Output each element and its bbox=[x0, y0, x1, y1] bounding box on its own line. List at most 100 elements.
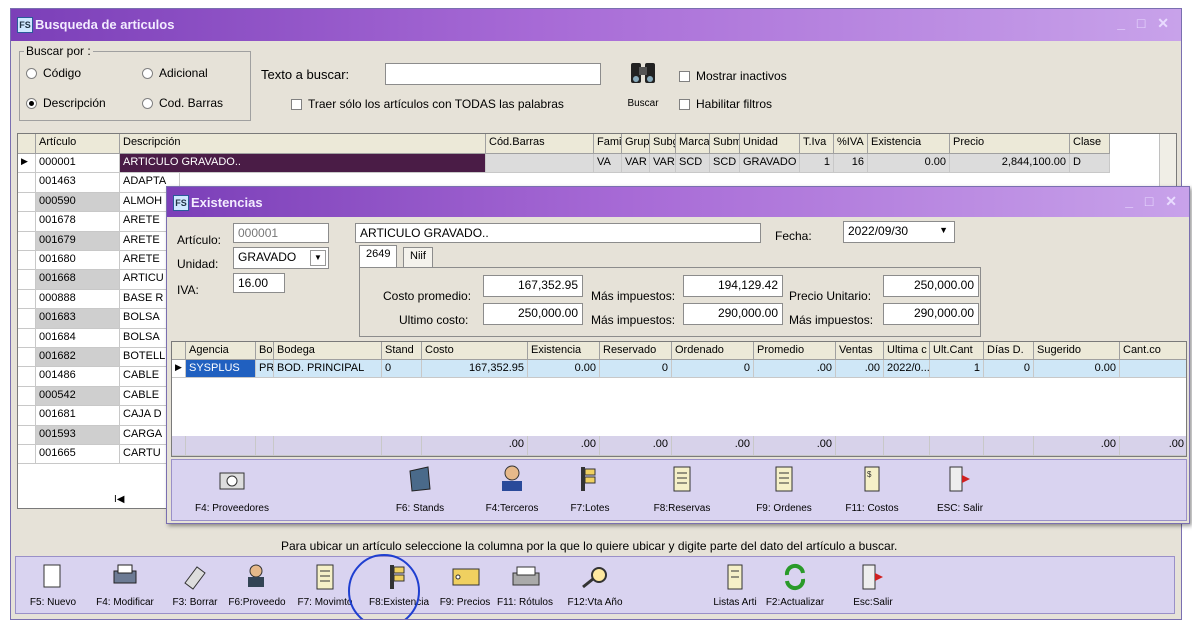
column-header[interactable]: Cód.Barras bbox=[486, 134, 594, 154]
toolbar-button-exit[interactable]: Esc:Salir bbox=[843, 561, 903, 613]
table-cell[interactable]: 001683 bbox=[36, 309, 120, 329]
table-cell[interactable] bbox=[486, 154, 594, 174]
table-cell[interactable]: 167,352.95 bbox=[422, 360, 528, 378]
column-header[interactable]: Stand bbox=[382, 342, 422, 360]
precio-unitario-field[interactable]: 250,000.00 bbox=[883, 275, 979, 297]
column-header[interactable]: Subg bbox=[650, 134, 676, 154]
column-header[interactable]: Grupo bbox=[622, 134, 650, 154]
table-cell[interactable]: 2022/0... bbox=[884, 360, 930, 378]
tab-niif[interactable]: Niif bbox=[403, 247, 433, 267]
table-cell[interactable]: ARTICULO GRAVADO.. bbox=[120, 154, 486, 174]
table-cell[interactable]: 001681 bbox=[36, 406, 120, 426]
mas-impuestos-field-2[interactable]: 290,000.00 bbox=[683, 303, 783, 325]
mas-impuestos-field-3[interactable]: 290,000.00 bbox=[883, 303, 979, 325]
table-cell[interactable]: PR bbox=[256, 360, 274, 378]
nav-first-button[interactable]: I◀ bbox=[114, 494, 124, 505]
radio-button[interactable] bbox=[142, 98, 153, 110]
table-cell[interactable]: 001486 bbox=[36, 367, 120, 387]
table-cell[interactable]: .00 bbox=[754, 360, 836, 378]
sub-toolbar-button-document-list[interactable]: F8:Reservas bbox=[637, 463, 727, 519]
column-header[interactable]: Fami bbox=[594, 134, 622, 154]
table-cell[interactable]: BOD. PRINCIPAL bbox=[274, 360, 382, 378]
radio-cod-barras[interactable]: Cod. Barras bbox=[142, 96, 223, 110]
column-header[interactable]: Subm bbox=[710, 134, 740, 154]
column-header[interactable]: Bode bbox=[256, 342, 274, 360]
column-header[interactable]: Ultima c bbox=[884, 342, 930, 360]
table-cell[interactable]: 001463 bbox=[36, 173, 120, 193]
table-cell[interactable]: SYSPLUS bbox=[186, 360, 256, 378]
sub-window-controls[interactable]: _ □ ✕ bbox=[1125, 193, 1181, 210]
checkbox-box[interactable] bbox=[679, 99, 690, 111]
table-cell[interactable] bbox=[1120, 360, 1186, 378]
table-cell[interactable]: SCD bbox=[710, 154, 740, 174]
column-header[interactable]: Existencia bbox=[528, 342, 600, 360]
fecha-field[interactable]: 2022/09/30 ▼ bbox=[843, 221, 955, 243]
column-header[interactable]: Días D. bbox=[984, 342, 1034, 360]
mas-impuestos-field-1[interactable]: 194,129.42 bbox=[683, 275, 783, 297]
existencias-grid[interactable]: AgenciaBodeBodegaStandCostoExistenciaRes… bbox=[171, 341, 1187, 457]
table-cell[interactable]: GRAVADO bbox=[740, 154, 800, 174]
search-input[interactable] bbox=[385, 63, 601, 85]
column-header[interactable]: Ordenado bbox=[672, 342, 754, 360]
table-cell[interactable]: 0 bbox=[672, 360, 754, 378]
radio-adicional[interactable]: Adicional bbox=[142, 66, 208, 80]
column-header[interactable]: Cant.co bbox=[1120, 342, 1186, 360]
table-cell[interactable]: 0.00 bbox=[868, 154, 950, 174]
table-cell[interactable]: 001684 bbox=[36, 328, 120, 348]
table-cell[interactable]: 0.00 bbox=[528, 360, 600, 378]
table-cell[interactable]: 001679 bbox=[36, 231, 120, 251]
radio-codigo[interactable]: Código bbox=[26, 66, 81, 80]
toolbar-button-person-search[interactable]: F6:Proveedo bbox=[227, 561, 287, 613]
unidad-select[interactable]: GRAVADO ▼ bbox=[233, 247, 329, 269]
table-cell[interactable]: VA bbox=[594, 154, 622, 174]
toolbar-button-new-doc[interactable]: F5: Nuevo bbox=[23, 561, 83, 613]
sub-toolbar-button-camera[interactable]: F4: Proveedores bbox=[187, 463, 277, 519]
articulo-desc-field[interactable]: ARTICULO GRAVADO.. bbox=[355, 223, 761, 243]
toolbar-button-label-printer[interactable]: F11: Rótulos bbox=[495, 561, 555, 613]
table-cell[interactable]: 0 bbox=[382, 360, 422, 378]
radio-button[interactable] bbox=[26, 68, 37, 80]
filters-checkbox[interactable]: Habilitar filtros bbox=[679, 97, 772, 111]
radio-descripcion[interactable]: Descripción bbox=[26, 96, 106, 110]
inactive-checkbox[interactable]: Mostrar inactivos bbox=[679, 69, 787, 83]
tab-2649[interactable]: 2649 bbox=[359, 245, 398, 267]
table-cell[interactable]: VAR bbox=[650, 154, 676, 174]
sub-toolbar-button-document-list[interactable]: F9: Ordenes bbox=[739, 463, 829, 519]
buscar-button[interactable]: Buscar bbox=[621, 55, 665, 119]
column-header[interactable]: Ult.Cant bbox=[930, 342, 984, 360]
toolbar-button-magnifier-chart[interactable]: F12:Vta Año bbox=[565, 561, 625, 613]
column-header[interactable]: Precio bbox=[950, 134, 1070, 154]
sub-toolbar-button-person[interactable]: F4:Terceros bbox=[467, 463, 557, 519]
column-header[interactable]: Unidad bbox=[740, 134, 800, 154]
column-header[interactable]: T.Iva bbox=[800, 134, 834, 154]
sub-toolbar-button-signpost-hand[interactable]: F7:Lotes bbox=[545, 463, 635, 519]
checkbox-box[interactable] bbox=[291, 99, 302, 111]
sub-toolbar-button-cost-list[interactable]: $ F11: Costos bbox=[827, 463, 917, 519]
column-header[interactable]: Clase bbox=[1070, 134, 1110, 154]
table-cell[interactable]: .00 bbox=[836, 360, 884, 378]
all-words-checkbox[interactable]: Traer sólo los artículos con TODAS las p… bbox=[291, 97, 564, 111]
column-header[interactable]: Descripción bbox=[120, 134, 486, 154]
table-cell[interactable]: 001668 bbox=[36, 270, 120, 290]
table-cell[interactable]: 2,844,100.00 bbox=[950, 154, 1070, 174]
table-cell[interactable]: 000001 bbox=[36, 154, 120, 174]
radio-button[interactable] bbox=[26, 98, 37, 110]
table-cell[interactable]: 0 bbox=[600, 360, 672, 378]
table-cell[interactable]: VAR bbox=[622, 154, 650, 174]
column-header[interactable]: Sugerido bbox=[1034, 342, 1120, 360]
checkbox-box[interactable] bbox=[679, 71, 690, 83]
toolbar-button-eraser[interactable]: F3: Borrar bbox=[165, 561, 225, 613]
table-cell[interactable]: 000888 bbox=[36, 289, 120, 310]
window-controls[interactable]: _ □ ✕ bbox=[1117, 15, 1173, 32]
table-cell[interactable]: 000590 bbox=[36, 192, 120, 213]
table-cell[interactable]: D bbox=[1070, 154, 1110, 174]
table-cell[interactable]: 000542 bbox=[36, 386, 120, 407]
toolbar-button-list[interactable]: Listas Arti bbox=[705, 561, 765, 613]
column-header[interactable]: Agencia bbox=[186, 342, 256, 360]
iva-field[interactable]: 16.00 bbox=[233, 273, 285, 293]
column-header[interactable]: Existencia bbox=[868, 134, 950, 154]
ultimo-costo-field[interactable]: 250,000.00 bbox=[483, 303, 583, 325]
column-header[interactable]: Bodega bbox=[274, 342, 382, 360]
table-cell[interactable]: 001665 bbox=[36, 445, 120, 465]
sub-toolbar-button-shelf[interactable]: F6: Stands bbox=[375, 463, 465, 519]
